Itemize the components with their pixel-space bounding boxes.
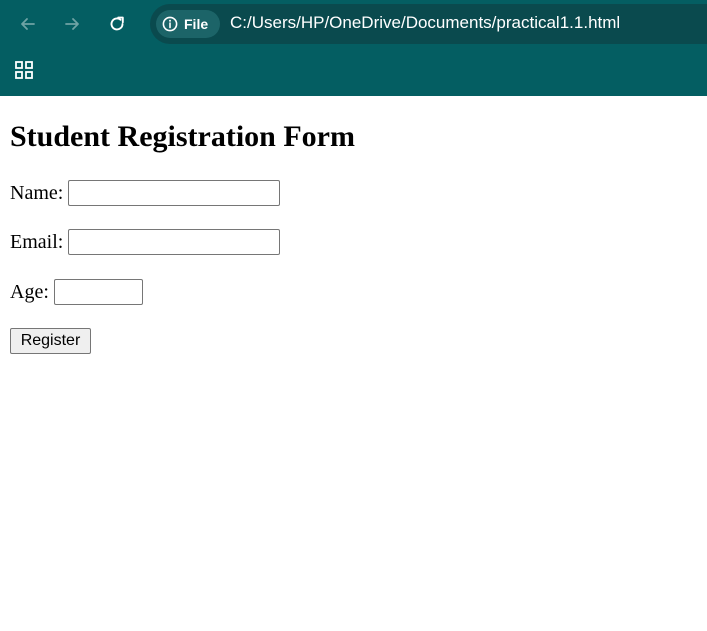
email-input[interactable] xyxy=(68,229,281,255)
reload-icon xyxy=(110,16,124,31)
site-info-label: File xyxy=(184,16,209,32)
page-title: Student Registration Form xyxy=(10,120,355,153)
back-button[interactable] xyxy=(12,8,44,40)
grid-icon xyxy=(15,61,33,79)
arrow-left-icon xyxy=(21,18,35,30)
name-label: Name: xyxy=(10,181,64,204)
age-input[interactable] xyxy=(53,279,143,305)
info-icon xyxy=(162,16,178,32)
reload-button[interactable] xyxy=(101,8,133,40)
url-text[interactable]: C:/Users/HP/OneDrive/Documents/practical… xyxy=(230,13,620,33)
browser-toolbar: File C:/Users/HP/OneDrive/Documents/prac… xyxy=(0,0,707,96)
age-label: Age: xyxy=(10,280,49,303)
site-info-button[interactable]: File xyxy=(156,10,220,38)
navigation-bar: File C:/Users/HP/OneDrive/Documents/prac… xyxy=(0,0,707,48)
name-input[interactable] xyxy=(68,180,281,206)
arrow-right-icon xyxy=(65,18,79,30)
apps-button[interactable] xyxy=(12,58,36,82)
address-bar[interactable]: File C:/Users/HP/OneDrive/Documents/prac… xyxy=(150,4,707,44)
page-content: Student Registration Form Name: Email: A… xyxy=(0,96,707,631)
forward-button[interactable] xyxy=(56,8,88,40)
register-button[interactable]: Register xyxy=(10,328,91,354)
email-label: Email: xyxy=(10,230,64,253)
age-row: Age: xyxy=(10,279,143,305)
name-row: Name: xyxy=(10,180,281,206)
email-row: Email: xyxy=(10,229,281,255)
